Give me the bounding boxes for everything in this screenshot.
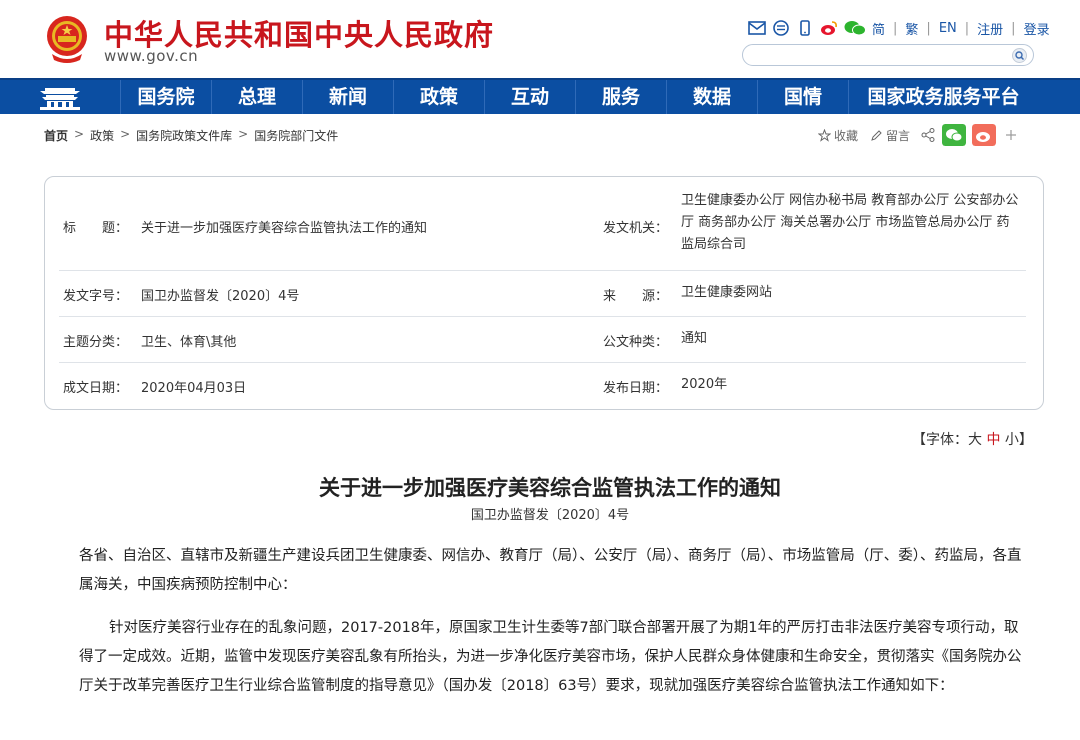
nav-item-services[interactable]: 服务 [575, 80, 666, 114]
issuer-label: 发文机关： [603, 221, 669, 236]
share-weibo-icon[interactable] [972, 124, 997, 146]
article-title: 关于进一步加强医疗美容综合监管执法工作的通知 [319, 475, 781, 500]
nav-item-premier[interactable]: 总理 [211, 80, 302, 114]
font-size-switcher: 【字体：大 中 小】 [912, 429, 1033, 449]
breadcrumb-separator: > [74, 127, 85, 141]
font-size-large[interactable]: 大 [968, 432, 982, 448]
published-value: 2020年 [681, 377, 728, 392]
plus-icon[interactable] [1004, 128, 1018, 142]
font-size-prefix: 【字体： [912, 432, 968, 448]
published-label: 发布日期： [603, 381, 669, 396]
top-links: 简 | 繁 | EN | 注册 | 登录 [748, 18, 1050, 38]
article-doc-number: 国卫办监督发〔2020〕4号 [470, 508, 630, 523]
font-size-medium[interactable]: 中 [986, 432, 1000, 448]
nav-item-national-info[interactable]: 国情 [757, 80, 848, 114]
search-input[interactable] [742, 44, 1034, 66]
nav-item-policy[interactable]: 政策 [393, 80, 484, 114]
created-value: 2020年04月03日 [141, 381, 247, 396]
issuer-value: 卫生健康委办公厅 网信办秘书局 教育部办公厅 公安部办公厅 商务部办公厅 海关总… [681, 193, 1019, 252]
weibo-icon[interactable] [820, 20, 838, 36]
info-row-topic: 主题分类： 卫生、体育\其他 公文种类： 通知 [59, 317, 1026, 363]
home-building-icon[interactable] [0, 80, 120, 114]
nav-item-interaction[interactable]: 互动 [484, 80, 575, 114]
lang-simplified-link[interactable]: 简 [872, 19, 885, 38]
nav-item-gov-service-platform[interactable]: 国家政务服务平台 [848, 80, 1038, 114]
source-label: 来 源： [603, 289, 669, 304]
info-row-title: 标 题： 关于进一步加强医疗美容综合监管执法工作的通知 发文机关： 卫生健康委办… [59, 185, 1026, 271]
search-icon[interactable] [1012, 48, 1027, 63]
font-size-suffix: 】 [1018, 432, 1033, 448]
share-bar: 收藏 留言 [818, 124, 1018, 146]
pencil-icon [871, 129, 882, 141]
created-label: 成文日期： [63, 381, 129, 396]
site-url[interactable]: www.gov.cn [104, 47, 198, 65]
divider: | [1011, 20, 1016, 36]
breadcrumb-separator: > [120, 127, 131, 141]
article-paragraph: 各省、自治区、直辖市及新疆生产建设兵团卫生健康委、网信办、教育厅（局）、公安厅（… [79, 548, 1022, 593]
register-link[interactable]: 注册 [977, 19, 1003, 38]
favorite-button[interactable]: 收藏 [818, 127, 858, 144]
breadcrumb-home[interactable]: 首页 [44, 127, 68, 144]
message-icon[interactable] [772, 20, 790, 36]
star-icon [818, 128, 831, 142]
share-wechat-icon[interactable] [942, 124, 967, 146]
breadcrumb-policy[interactable]: 政策 [90, 127, 114, 144]
breadcrumb-dept-documents[interactable]: 国务院部门文件 [254, 127, 338, 144]
nav-item-data[interactable]: 数据 [666, 80, 757, 114]
comment-label: 留言 [886, 128, 911, 143]
site-header: 中华人民共和国中央人民政府 www.gov.cn 简 | 繁 | EN | 注册… [0, 0, 1080, 80]
lang-traditional-link[interactable]: 繁 [905, 19, 918, 38]
favorite-label: 收藏 [834, 128, 859, 143]
main-nav: 国务院 总理 新闻 政策 互动 服务 数据 国情 国家政务服务平台 [0, 78, 1080, 114]
nav-items: 国务院 总理 新闻 政策 互动 服务 数据 国情 国家政务服务平台 [120, 80, 1038, 114]
nav-item-state-council[interactable]: 国务院 [120, 80, 211, 114]
lang-english-link[interactable]: EN [939, 21, 957, 36]
title-value: 关于进一步加强医疗美容综合监管执法工作的通知 [141, 221, 428, 236]
source-value: 卫生健康委网站 [681, 285, 773, 300]
docno-label: 发文字号： [63, 289, 129, 304]
breadcrumb-separator: > [238, 127, 249, 141]
divider: | [926, 20, 931, 36]
doctype-value: 通知 [681, 331, 708, 346]
comment-button[interactable]: 留言 [870, 127, 910, 144]
divider: | [964, 20, 970, 36]
breadcrumb: 首页 > 政策 > 国务院政策文件库 > 国务院部门文件 [44, 127, 338, 144]
share-icon[interactable] [920, 127, 936, 143]
info-row-docno: 发文字号： 国卫办监督发〔2020〕4号 来 源： 卫生健康委网站 [59, 271, 1026, 317]
topic-value: 卫生、体育\其他 [141, 335, 237, 350]
mobile-icon[interactable] [796, 20, 814, 36]
info-row-dates: 成文日期： 2020年04月03日 发布日期： 2020年 [59, 363, 1026, 409]
article-paragraph: 针对医疗美容行业存在的乱象问题，2017-2018年，原国家卫生计生委等7部门联… [79, 620, 1022, 694]
document-info-table: 标 题： 关于进一步加强医疗美容综合监管执法工作的通知 发文机关： 卫生健康委办… [44, 176, 1044, 410]
title-label: 标 题： [63, 221, 129, 236]
wechat-icon[interactable] [844, 20, 866, 36]
national-emblem-icon[interactable] [44, 14, 90, 64]
divider: | [893, 20, 898, 36]
breadcrumb-policy-library[interactable]: 国务院政策文件库 [136, 127, 232, 144]
login-link[interactable]: 登录 [1024, 19, 1050, 38]
nav-item-news[interactable]: 新闻 [302, 80, 393, 114]
mail-icon[interactable] [748, 20, 766, 36]
docno-value: 国卫办监督发〔2020〕4号 [141, 289, 300, 304]
topic-label: 主题分类： [63, 335, 129, 350]
font-size-small[interactable]: 小 [1005, 432, 1019, 448]
doctype-label: 公文种类： [603, 335, 669, 350]
